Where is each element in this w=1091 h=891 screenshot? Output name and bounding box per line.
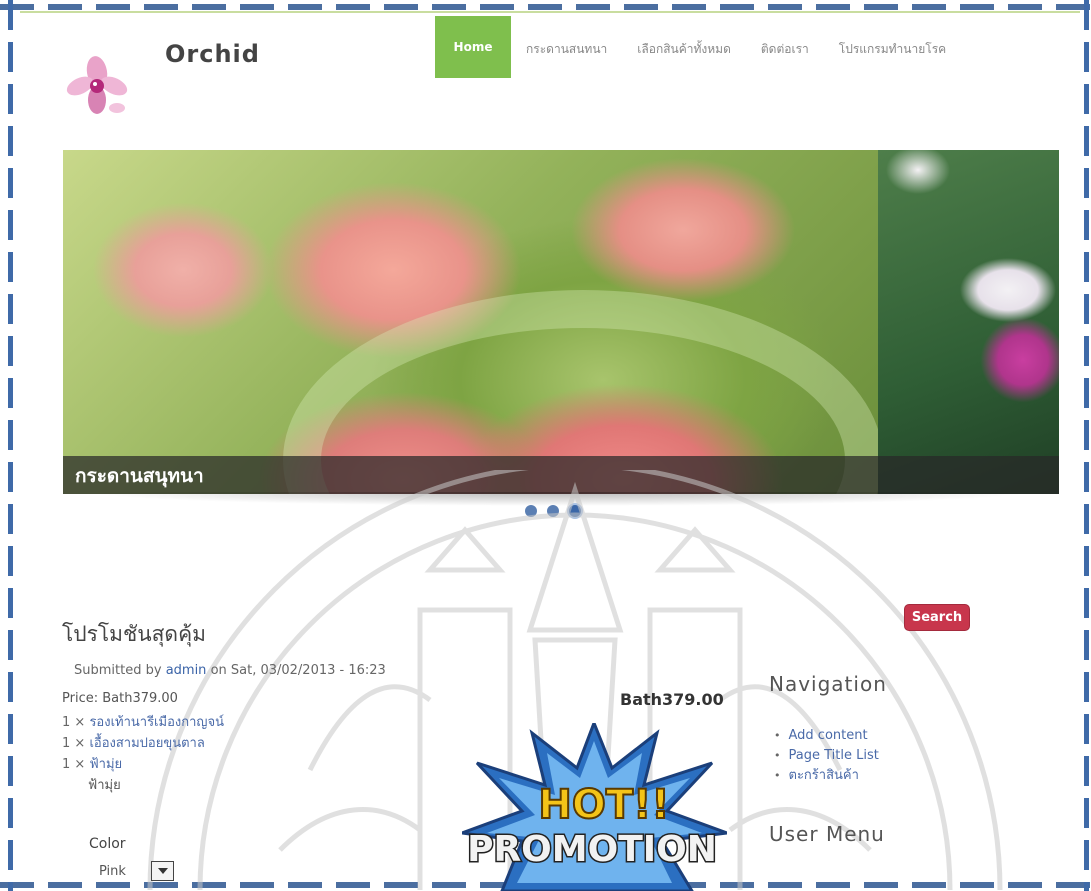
nav-link-add-content[interactable]: Add content (774, 726, 879, 746)
list-item[interactable]: 1 × ฟ้ามุ่ย (62, 754, 224, 775)
nav-item-contact[interactable]: ติดต่อเรา (746, 16, 824, 78)
slider-dot-2[interactable] (547, 505, 559, 517)
main-nav: Home กระดานสนทนา เลือกสินค้าทั้งหมด ติดต… (435, 16, 961, 78)
nav-item-home[interactable]: Home (435, 16, 511, 78)
site-name[interactable]: Orchid (165, 40, 260, 68)
item-name[interactable]: เอื้องสามปอยขุนตาล (89, 736, 204, 751)
page-border-top (0, 4, 1091, 10)
nav-link-page-title-list[interactable]: Page Title List (774, 746, 879, 766)
submitted-prefix: Submitted by (74, 663, 162, 678)
item-sub-label: ฟ้ามุ่ย (88, 778, 121, 793)
submitted-date: on Sat, 03/02/2013 - 16:23 (210, 663, 386, 678)
item-qty: 1 × (62, 757, 86, 772)
product-price: Bath379.00 (620, 690, 724, 709)
author-link[interactable]: admin (166, 663, 207, 678)
orchid-logo-icon[interactable] (62, 50, 132, 120)
user-menu-title: User Menu (769, 822, 885, 846)
navigation-block-list: Add content Page Title List ตะกร้าสินค้า (774, 726, 879, 786)
page-border-left (8, 0, 13, 891)
promo-promotion-text: PROMOTION (467, 829, 717, 870)
navigation-block-title: Navigation (769, 672, 887, 696)
item-name[interactable]: รองเท้านารีเมืองกาญจน์ (89, 715, 224, 730)
nav-item-all-products[interactable]: เลือกสินค้าทั้งหมด (622, 16, 746, 78)
slide-caption-bar (63, 456, 1059, 494)
nav-item-forum[interactable]: กระดานสนทนา (511, 16, 622, 78)
price-line: Price: Bath379.00 (62, 691, 178, 706)
image-slider[interactable]: กระดานสนุทนา (63, 150, 1059, 494)
slider-pager (525, 505, 581, 517)
product-item-list: 1 × รองเท้านารีเมืองกาญจน์ 1 × เอื้องสาม… (62, 712, 224, 796)
color-select-value[interactable]: Pink (99, 864, 126, 879)
list-item[interactable]: 1 × รองเท้านารีเมืองกาญจน์ (62, 712, 224, 733)
promo-hot-text: HOT!! (538, 782, 669, 828)
search-button[interactable]: Search (904, 604, 970, 631)
item-name[interactable]: ฟ้ามุ่ย (89, 757, 122, 772)
hot-promotion-banner[interactable]: HOT!! PROMOTION (462, 723, 727, 891)
color-label: Color (89, 836, 126, 852)
slider-dot-1[interactable] (525, 505, 537, 517)
nav-item-disease-program[interactable]: โปรแกรมทำนายโรค (824, 16, 961, 78)
item-qty: 1 × (62, 736, 86, 751)
header-top-line (20, 11, 1080, 13)
color-select-dropdown-button[interactable] (151, 861, 174, 881)
page-border-right (1084, 0, 1089, 891)
slide-image-next-preview (878, 150, 1059, 494)
submitted-info: Submitted by admin on Sat, 03/02/2013 - … (74, 663, 386, 678)
slide-caption[interactable]: กระดานสนุทนา (75, 461, 204, 491)
item-qty: 1 × (62, 715, 86, 730)
node-title[interactable]: โปรโมชันสุดคุ้ม (62, 618, 206, 651)
nav-link-cart[interactable]: ตะกร้าสินค้า (774, 766, 879, 786)
slider-dot-3[interactable] (569, 505, 581, 517)
list-item[interactable]: 1 × เอื้องสามปอยขุนตาล (62, 733, 224, 754)
